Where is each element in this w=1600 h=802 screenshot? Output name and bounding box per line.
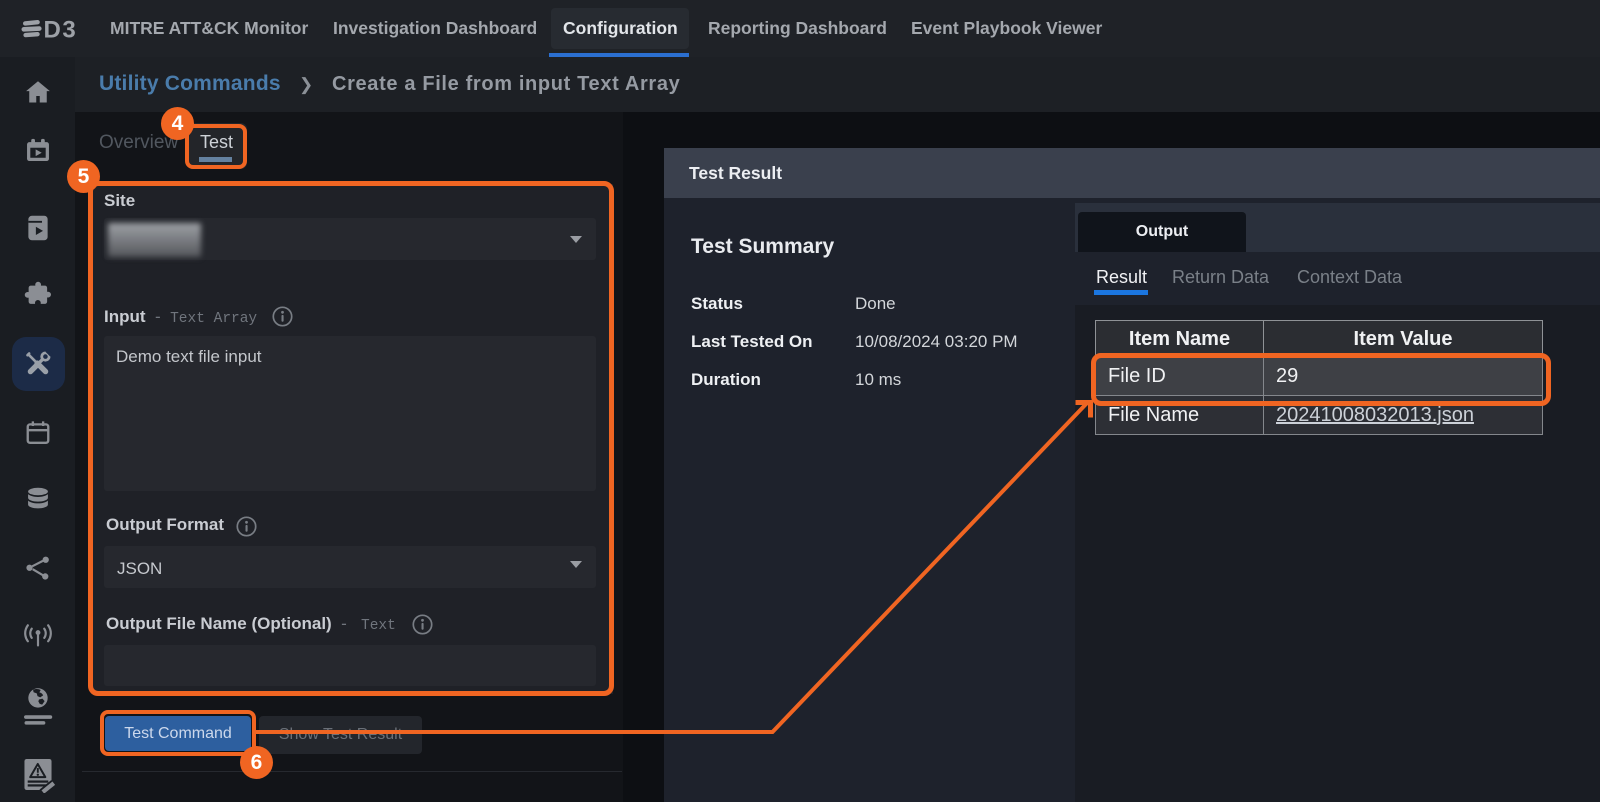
- svg-text:D3: D3: [44, 17, 78, 43]
